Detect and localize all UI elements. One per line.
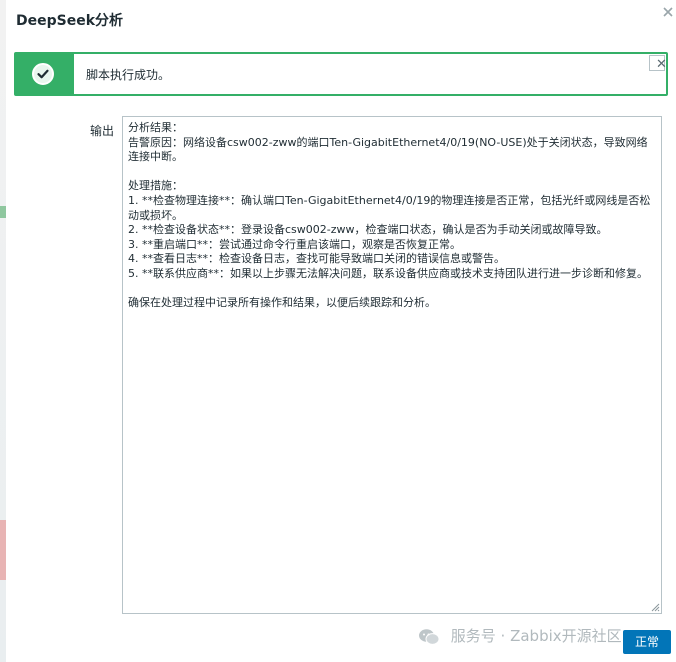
wechat-icon: [419, 628, 440, 645]
deepseek-analysis-dialog: DeepSeek分析 脚本执行成功。 ✕ 输出 分析结果： 告警原因：网络设备c…: [6, 0, 676, 662]
success-message: 脚本执行成功。 ✕: [14, 52, 668, 96]
message-close-button[interactable]: ✕: [649, 55, 667, 71]
watermark-text: 服务号 · Zabbix开源社区: [450, 627, 622, 645]
close-icon-glyph: [663, 7, 673, 17]
close-icon[interactable]: [661, 5, 675, 21]
output-label: 输出: [90, 124, 115, 138]
dialog-title: DeepSeek分析: [16, 13, 124, 29]
confirm-button[interactable]: 正常: [623, 630, 671, 654]
success-icon-area: [16, 54, 74, 94]
output-textarea[interactable]: 分析结果： 告警原因：网络设备csw002-zww的端口Ten-GigabitE…: [122, 116, 662, 614]
success-message-text: 脚本执行成功。: [86, 68, 171, 82]
watermark: 服务号 · Zabbix开源社区: [418, 624, 622, 648]
check-circle-icon: [32, 63, 54, 85]
resize-grip-icon[interactable]: [650, 602, 660, 612]
